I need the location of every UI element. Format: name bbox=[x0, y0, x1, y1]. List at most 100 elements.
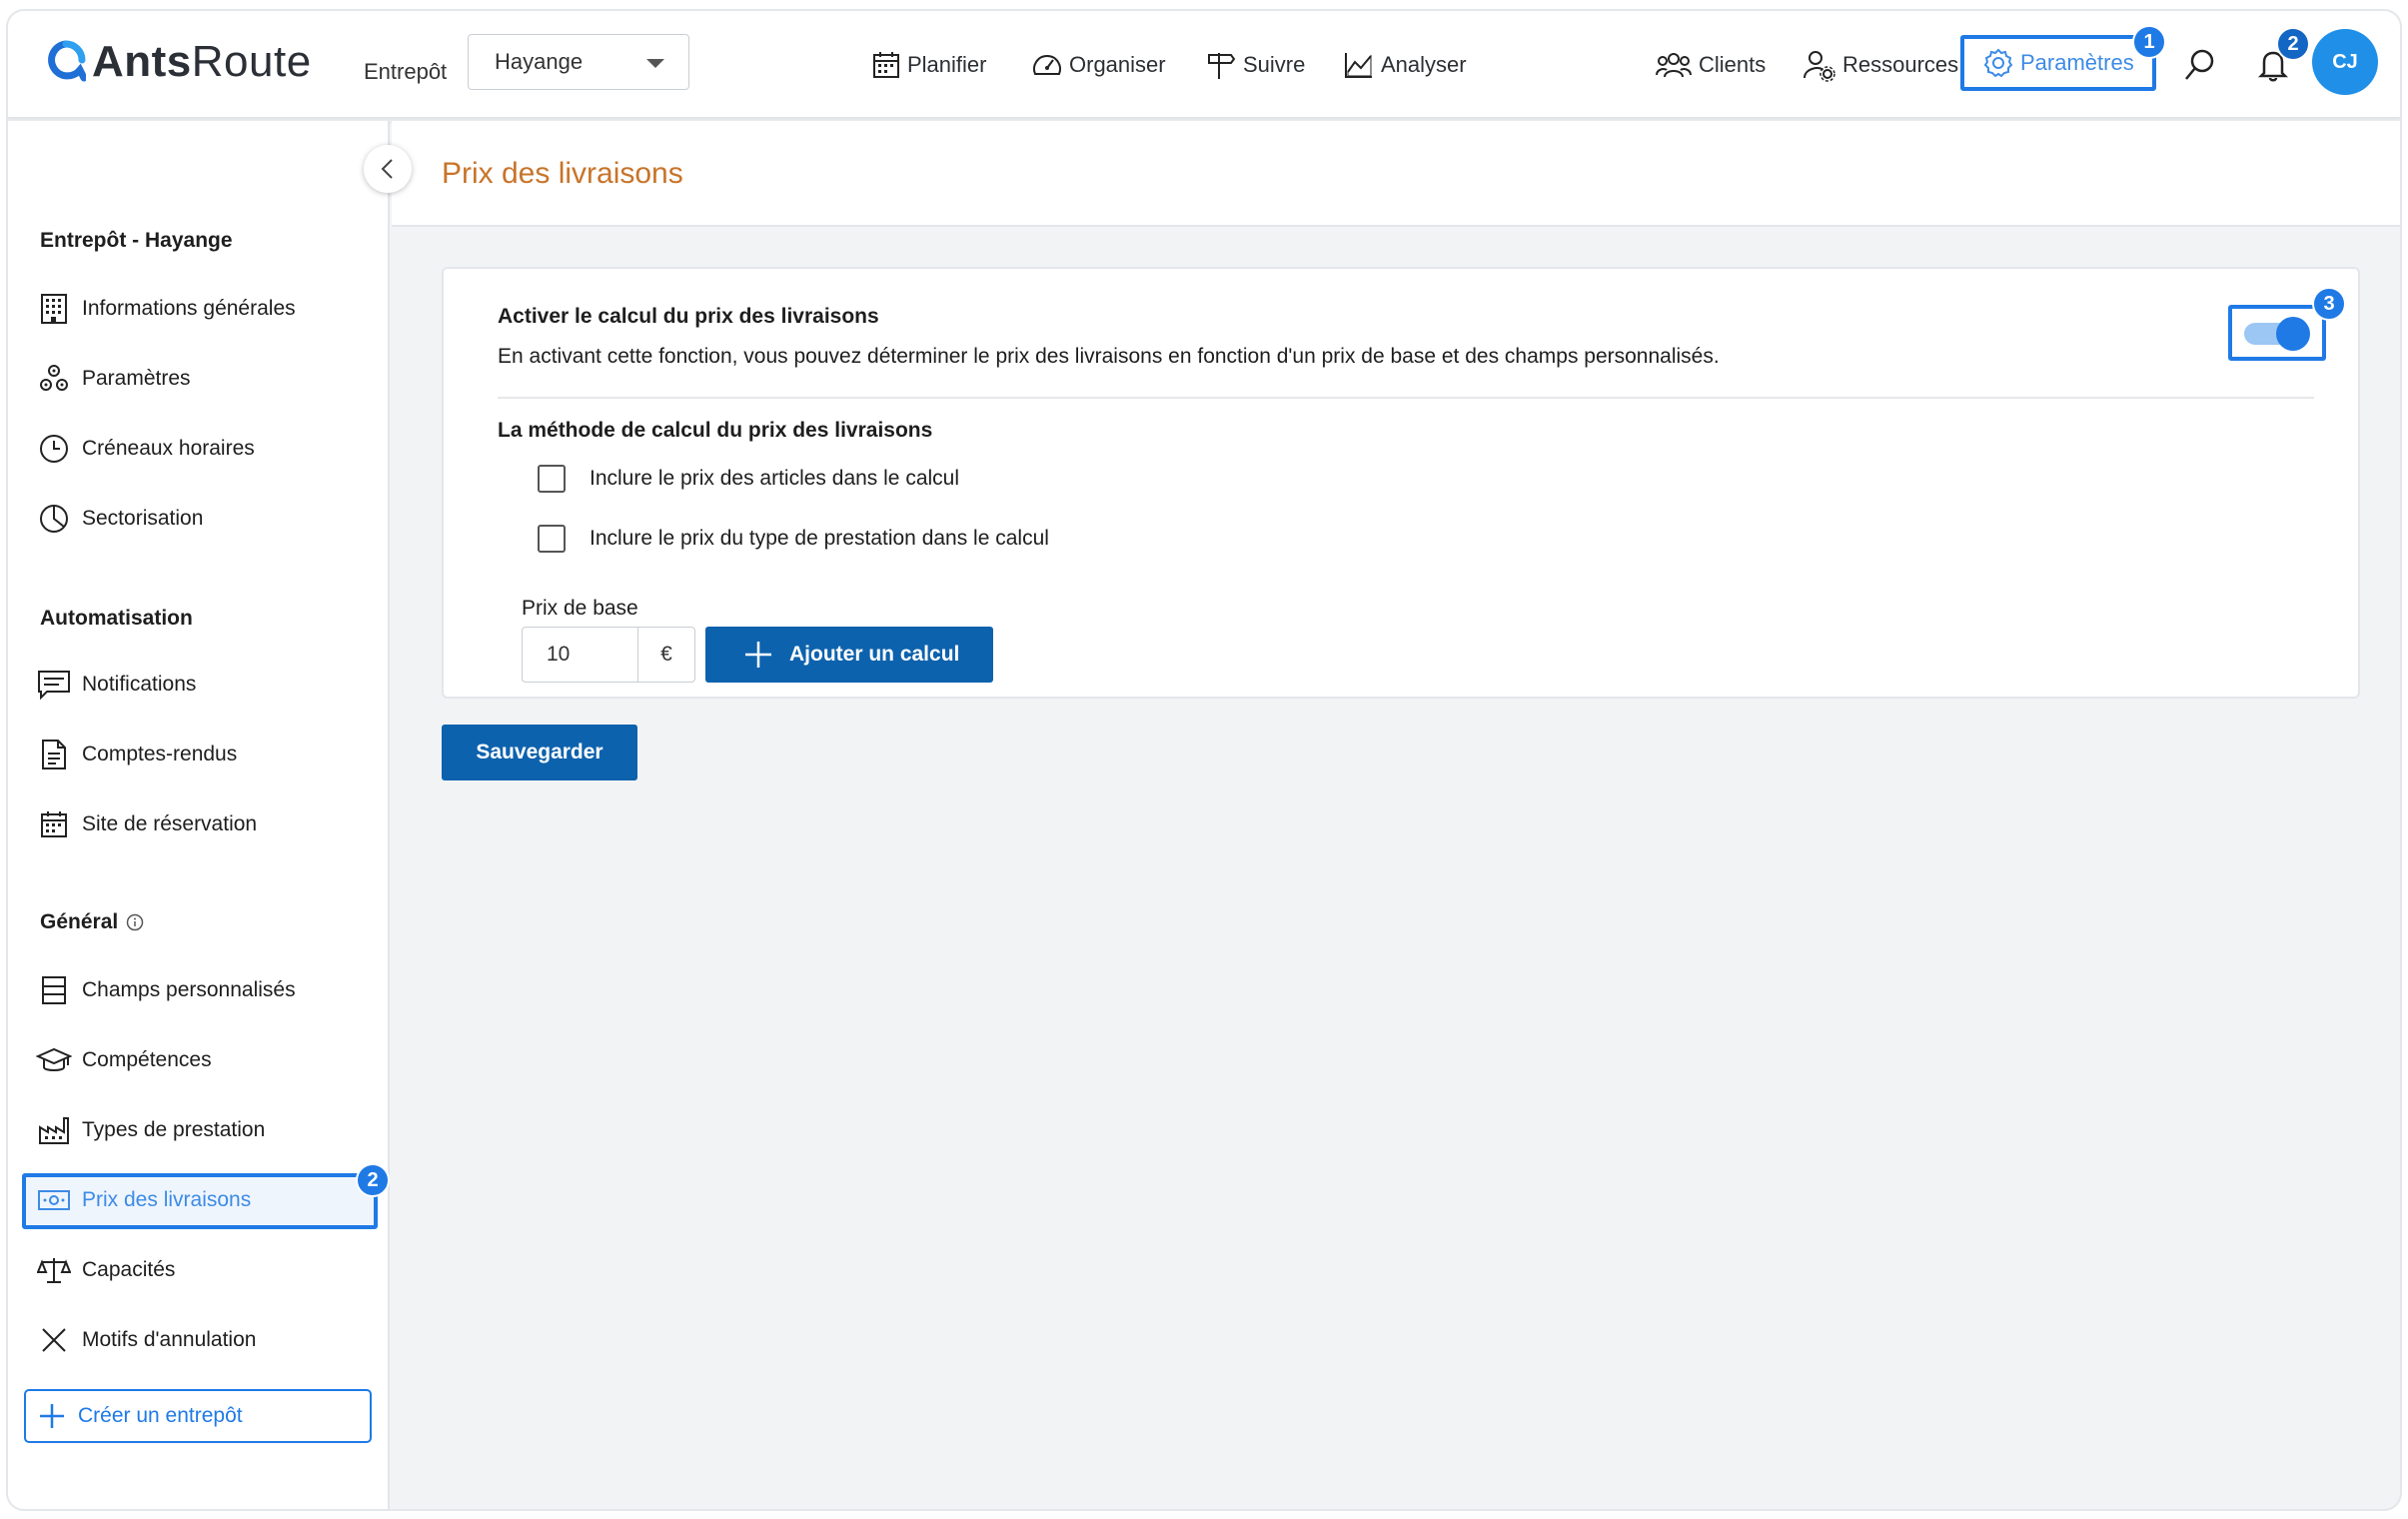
nav-planifier[interactable]: Planifier bbox=[871, 47, 986, 83]
user-gear-icon bbox=[1804, 51, 1835, 82]
include-articles-label: Inclure le prix des articles dans le cal… bbox=[590, 467, 960, 490]
delivery-price-card: Activer le calcul du prix des livraisons… bbox=[442, 267, 2360, 699]
sidebar-item-sectorisation[interactable]: Sectorisation bbox=[36, 499, 203, 539]
sidebar-item-label: Champs personnalisés bbox=[82, 978, 296, 1001]
sidebar-item-label: Créneaux horaires bbox=[82, 437, 255, 460]
page-title: Prix des livraisons bbox=[442, 157, 683, 190]
nav-clients-label: Clients bbox=[1699, 52, 1767, 77]
nav-suivre[interactable]: Suivre bbox=[1205, 47, 1305, 83]
sidebar-item-competences[interactable]: Compétences bbox=[36, 1040, 212, 1080]
collapse-sidebar-button[interactable] bbox=[364, 145, 412, 193]
sidebar-item-creneaux[interactable]: Créneaux horaires bbox=[36, 429, 255, 469]
graduation-cap-icon bbox=[36, 1047, 72, 1071]
sidebar-item-informations[interactable]: Informations générales bbox=[36, 289, 296, 329]
sidebar-item-prix-livraisons[interactable]: Prix des livraisons bbox=[36, 1180, 251, 1220]
sidebar-item-label: Notifications bbox=[82, 673, 197, 696]
banknote-icon bbox=[38, 1190, 70, 1210]
sidebar-item-reservation[interactable]: Site de réservation bbox=[36, 804, 257, 844]
warehouse-select[interactable]: Hayange bbox=[468, 34, 689, 90]
calendar-icon bbox=[873, 52, 899, 78]
sidebar: Entrepôt - Hayange Informations générale… bbox=[8, 121, 390, 1509]
include-prestation-row[interactable]: Inclure le prix du type de prestation da… bbox=[538, 525, 1049, 553]
plus-icon bbox=[745, 642, 771, 668]
search-button[interactable] bbox=[2182, 47, 2218, 88]
sidebar-item-champs[interactable]: Champs personnalisés bbox=[36, 970, 296, 1010]
ants-logo-icon bbox=[48, 40, 86, 82]
base-price-label: Prix de base bbox=[522, 597, 638, 620]
nav-planifier-label: Planifier bbox=[907, 52, 987, 77]
nav-clients[interactable]: Clients bbox=[1655, 47, 1766, 83]
chevron-down-icon bbox=[646, 59, 664, 68]
gear-icon bbox=[1983, 48, 2013, 78]
activate-price-toggle[interactable] bbox=[2228, 305, 2326, 361]
sidebar-item-notifications[interactable]: Notifications bbox=[36, 665, 196, 705]
factory-icon bbox=[39, 1117, 69, 1144]
create-warehouse-button[interactable]: Créer un entrepôt bbox=[24, 1389, 372, 1443]
message-icon bbox=[38, 671, 70, 700]
sidebar-item-capacites[interactable]: Capacités bbox=[36, 1250, 175, 1290]
sidebar-item-motifs[interactable]: Motifs d'annulation bbox=[36, 1320, 256, 1360]
plus-icon bbox=[40, 1404, 64, 1428]
nav-analyser[interactable]: Analyser bbox=[1343, 47, 1467, 83]
sidebar-item-comptes-rendus[interactable]: Comptes-rendus bbox=[36, 735, 237, 774]
sidebar-item-label: Capacités bbox=[82, 1258, 176, 1281]
sidebar-section-general: Général bbox=[40, 910, 144, 934]
card-title: Activer le calcul du prix des livraisons bbox=[498, 305, 879, 328]
notification-count-badge: 2 bbox=[2276, 27, 2310, 61]
sidebar-item-label: Comptes-rendus bbox=[82, 743, 238, 765]
document-icon bbox=[42, 740, 66, 769]
pie-icon bbox=[40, 505, 68, 533]
toggle-knob bbox=[2276, 317, 2310, 351]
close-icon bbox=[42, 1328, 66, 1352]
calendar-icon bbox=[41, 811, 67, 837]
base-price-value: 10 bbox=[547, 643, 571, 666]
sidebar-item-label: Sectorisation bbox=[82, 507, 204, 530]
add-calculation-label: Ajouter un calcul bbox=[789, 643, 960, 666]
base-price-input[interactable]: 10 bbox=[522, 627, 637, 683]
clock-icon bbox=[40, 435, 68, 463]
main-header: Prix des livraisons bbox=[392, 121, 2400, 227]
nav-parametres-label: Paramètres bbox=[2020, 50, 2134, 75]
gauge-icon bbox=[1033, 55, 1061, 75]
nav-organiser-label: Organiser bbox=[1069, 52, 1166, 77]
include-articles-row[interactable]: Inclure le prix des articles dans le cal… bbox=[538, 465, 959, 493]
building-icon bbox=[41, 294, 67, 324]
nav-organiser[interactable]: Organiser bbox=[1031, 47, 1166, 83]
card-description: En activant cette fonction, vous pouvez … bbox=[498, 345, 1720, 368]
warehouse-label: Entrepôt bbox=[364, 59, 448, 84]
sidebar-item-types-prestation[interactable]: Types de prestation bbox=[36, 1110, 265, 1150]
info-icon[interactable] bbox=[126, 913, 144, 931]
step-badge-1: 1 bbox=[2132, 25, 2166, 59]
sidebar-item-label: Site de réservation bbox=[82, 812, 258, 835]
sidebar-item-label: Motifs d'annulation bbox=[82, 1328, 257, 1351]
nav-parametres[interactable]: Paramètres bbox=[1960, 35, 2156, 91]
currency-addon: € bbox=[637, 627, 695, 683]
nav-ressources[interactable]: Ressources bbox=[1803, 47, 1958, 83]
step-badge-3: 3 bbox=[2312, 287, 2346, 321]
sidebar-section-general-label: Général bbox=[40, 910, 119, 933]
avatar[interactable]: CJ bbox=[2312, 29, 2378, 95]
nav-analyser-label: Analyser bbox=[1381, 52, 1467, 77]
logo[interactable]: AntsRoute bbox=[46, 37, 312, 87]
sidebar-item-label: Informations générales bbox=[82, 297, 296, 320]
top-bar: AntsRoute Entrepôt Hayange Planifier Org… bbox=[8, 11, 2400, 119]
divider bbox=[498, 397, 2314, 399]
add-calculation-button[interactable]: Ajouter un calcul bbox=[705, 627, 993, 683]
logo-text: AntsRoute bbox=[92, 37, 312, 86]
sidebar-item-label: Types de prestation bbox=[82, 1118, 266, 1141]
save-button[interactable]: Sauvegarder bbox=[442, 725, 637, 780]
users-icon bbox=[1656, 53, 1692, 78]
search-icon bbox=[2185, 49, 2214, 80]
signpost-icon bbox=[1208, 53, 1236, 79]
include-articles-checkbox[interactable] bbox=[538, 465, 566, 493]
sidebar-item-label: Paramètres bbox=[82, 367, 191, 390]
create-warehouse-label: Créer un entrepôt bbox=[78, 1404, 243, 1427]
sidebar-item-parametres[interactable]: Paramètres bbox=[36, 359, 191, 399]
scale-icon bbox=[37, 1258, 71, 1283]
include-prestation-label: Inclure le prix du type de prestation da… bbox=[590, 527, 1049, 550]
warehouse-select-value: Hayange bbox=[495, 49, 584, 74]
app-window: AntsRoute Entrepôt Hayange Planifier Org… bbox=[6, 9, 2402, 1511]
nav-suivre-label: Suivre bbox=[1243, 52, 1306, 77]
chevron-left-icon bbox=[381, 159, 393, 179]
include-prestation-checkbox[interactable] bbox=[538, 525, 566, 553]
